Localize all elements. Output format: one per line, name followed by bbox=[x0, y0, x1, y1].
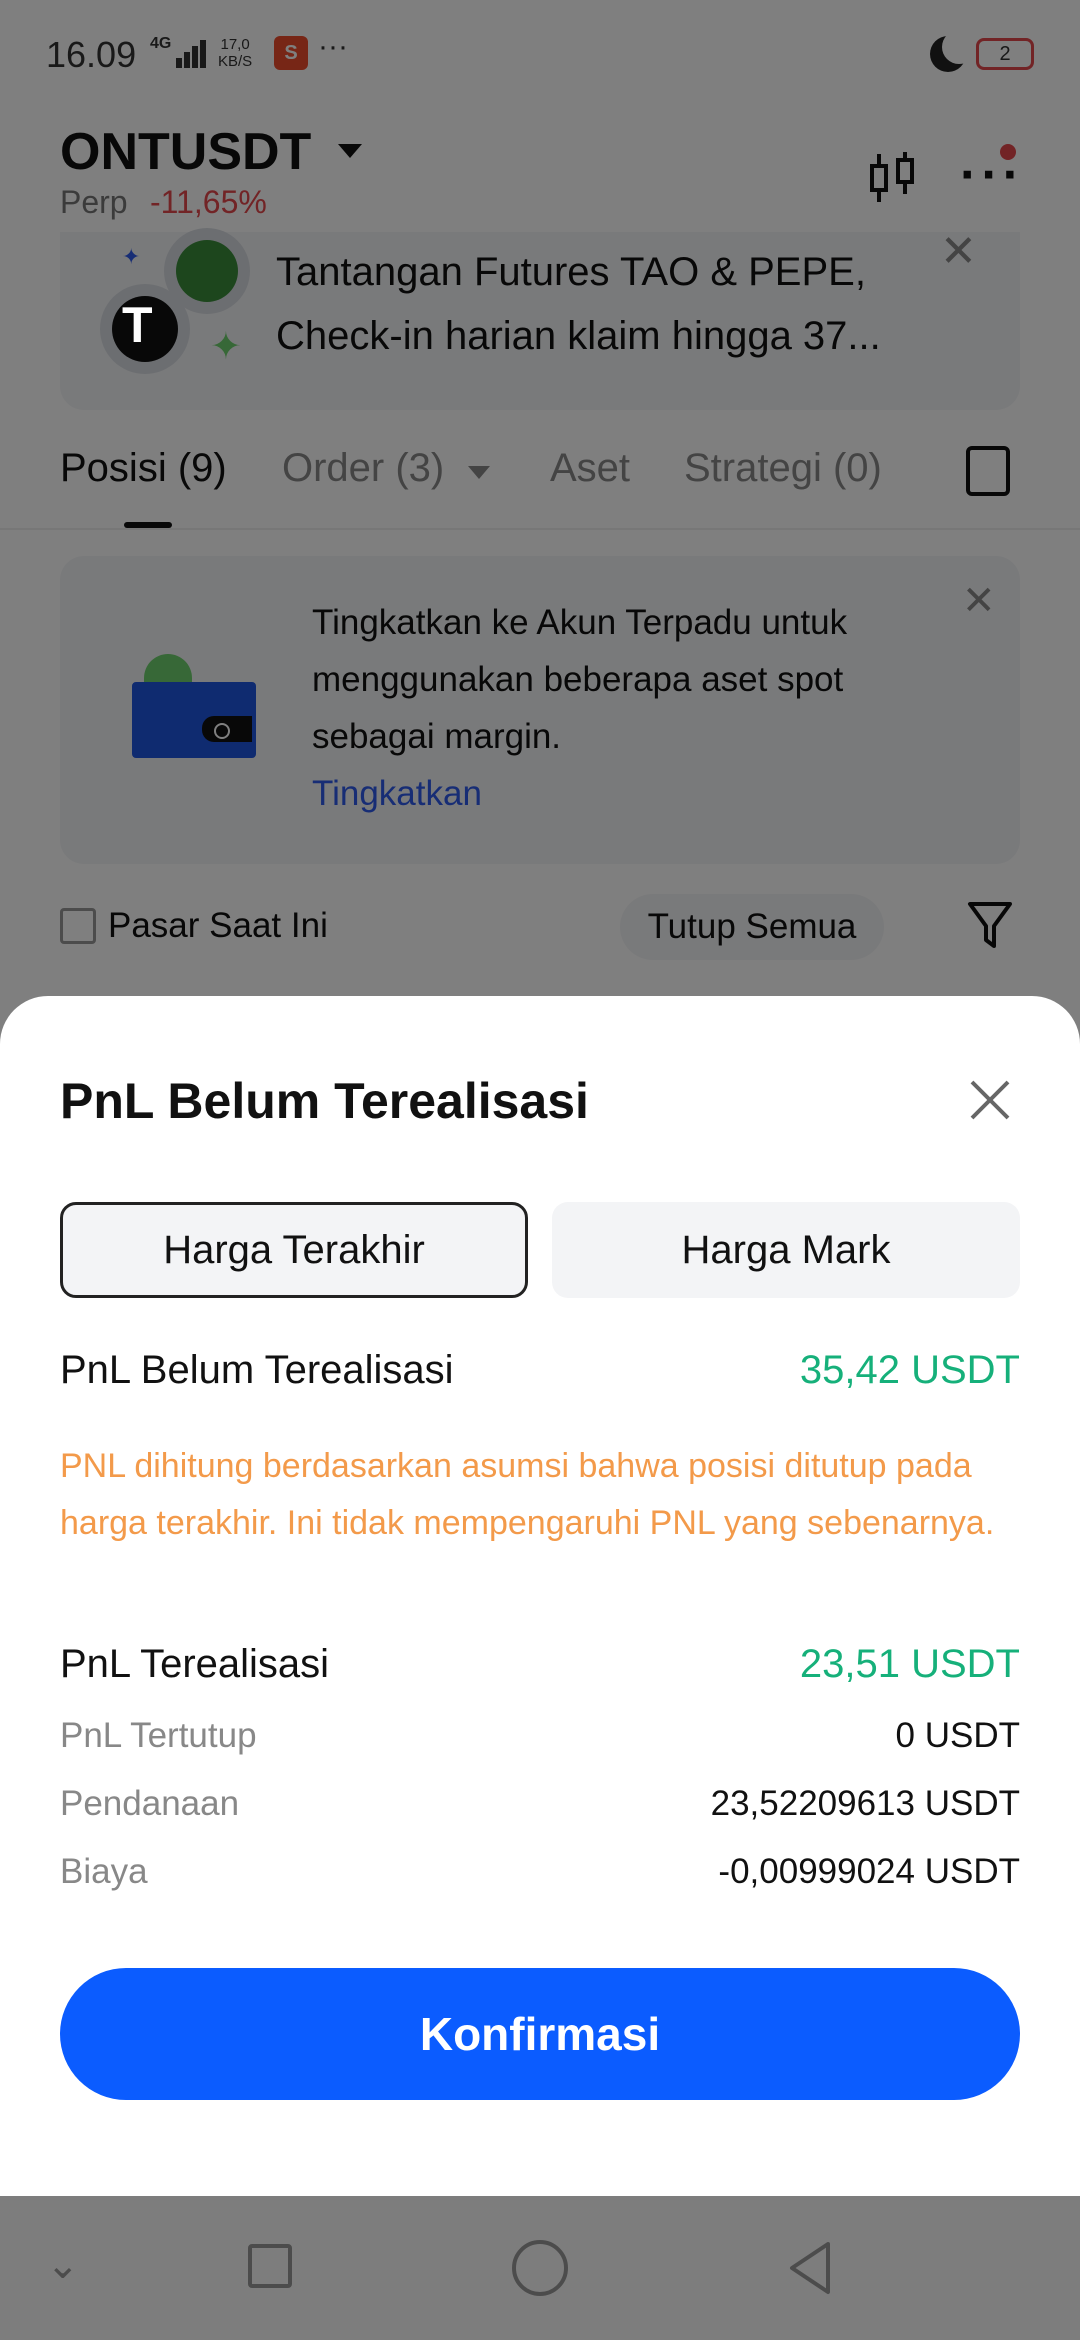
fee-label: Biaya bbox=[60, 1852, 148, 1891]
realized-pnl-label: PnL Terealisasi bbox=[60, 1642, 330, 1686]
funding-label: Pendanaan bbox=[60, 1784, 240, 1823]
pnl-note: PNL dihitung berdasarkan asumsi bahwa po… bbox=[60, 1447, 995, 1542]
fee-value: -0,00999024 USDT bbox=[718, 1852, 1020, 1891]
close-icon[interactable] bbox=[966, 1076, 1014, 1124]
tao-coin-letter: T bbox=[122, 297, 153, 353]
realized-pnl-value: 23,51 USDT bbox=[799, 1642, 1020, 1686]
unrealized-pnl-label: PnL Belum Terealisasi bbox=[60, 1348, 454, 1392]
closed-pnl-value: 0 USDT bbox=[895, 1716, 1020, 1755]
closed-pnl-label: PnL Tertutup bbox=[60, 1716, 257, 1755]
segment-last-price[interactable]: Harga Terakhir bbox=[60, 1202, 528, 1298]
unrealized-pnl-sheet: PnL Belum Terealisasi Harga Terakhir Har… bbox=[0, 996, 1080, 2196]
confirm-button[interactable]: Konfirmasi bbox=[60, 1968, 1020, 2100]
funding-value: 23,52209613 USDT bbox=[710, 1784, 1020, 1823]
sheet-title: PnL Belum Terealisasi bbox=[60, 1073, 589, 1129]
unrealized-pnl-value: 35,42 USDT bbox=[799, 1348, 1020, 1392]
segment-mark-price[interactable]: Harga Mark bbox=[552, 1202, 1020, 1298]
